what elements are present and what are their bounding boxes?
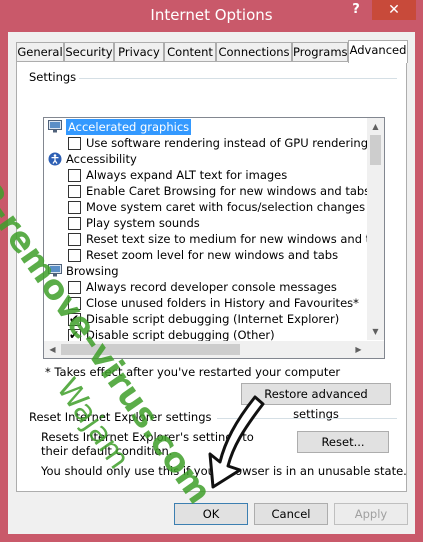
setting-label: Always record developer console messages — [86, 280, 337, 294]
checkbox[interactable] — [68, 281, 81, 294]
close-button[interactable]: ✕ — [372, 0, 416, 20]
scroll-down-icon[interactable]: ▼ — [367, 323, 384, 340]
settings-divider — [79, 78, 397, 79]
category-label: Accessibility — [66, 152, 137, 166]
scroll-right-icon[interactable]: ▶ — [350, 341, 367, 358]
checkbox[interactable] — [68, 311, 81, 327]
category-label: Accelerated graphics — [66, 119, 192, 135]
settings-tree[interactable]: Accelerated graphics Use software renderi… — [43, 117, 385, 359]
tab-security[interactable]: Security — [64, 42, 114, 61]
tab-general[interactable]: General — [16, 42, 64, 61]
vertical-scrollbar[interactable]: ▲ ▼ — [367, 118, 384, 340]
checkbox[interactable] — [68, 201, 81, 214]
tab-privacy[interactable]: Privacy — [114, 42, 164, 61]
tab-programs[interactable]: Programs — [292, 42, 348, 61]
setting-label: Always expand ALT text for images — [86, 168, 288, 182]
horizontal-scroll-thumb[interactable] — [61, 344, 240, 355]
checkbox[interactable] — [68, 297, 81, 310]
setting-label: Reset text size to medium for new window… — [86, 232, 385, 246]
category-label: Browsing — [66, 264, 119, 278]
title-bar[interactable]: Internet Options ? ✕ — [0, 0, 423, 30]
setting-label: Move system caret with focus/selection c… — [86, 200, 366, 214]
scroll-up-icon[interactable]: ▲ — [367, 118, 384, 135]
checkbox[interactable] — [68, 169, 81, 182]
ok-button[interactable]: OK — [174, 503, 248, 525]
scroll-corner — [367, 341, 384, 358]
checkbox[interactable] — [68, 137, 81, 150]
horizontal-scrollbar[interactable]: ◀ ▶ — [44, 341, 367, 358]
cancel-button[interactable]: Cancel — [254, 503, 328, 525]
accessibility-icon — [48, 152, 62, 166]
setting-label: Close unused folders in History and Favo… — [86, 296, 359, 310]
monitor-icon — [48, 120, 62, 133]
reset-button[interactable]: Reset... — [297, 431, 389, 453]
setting-label: Use software rendering instead of GPU re… — [86, 136, 374, 150]
setting-label: Enable Caret Browsing for new windows an… — [86, 184, 371, 198]
checkbox[interactable] — [68, 249, 81, 262]
tab-connections[interactable]: Connections — [216, 42, 292, 61]
settings-group-label: Settings — [29, 70, 77, 84]
setting-label: Reset zoom level for new windows and tab… — [86, 248, 339, 262]
vertical-scroll-thumb[interactable] — [370, 135, 381, 165]
setting-label: Disable script debugging (Internet Explo… — [86, 312, 340, 326]
checkbox[interactable] — [68, 233, 81, 246]
tab-advanced[interactable]: Advanced — [348, 40, 408, 63]
arrow-annotation-icon — [208, 395, 265, 489]
checkbox[interactable] — [68, 217, 81, 230]
help-button[interactable]: ? — [344, 0, 368, 20]
scroll-left-icon[interactable]: ◀ — [44, 341, 61, 358]
checkbox[interactable] — [68, 185, 81, 198]
apply-button[interactable]: Apply — [334, 503, 408, 525]
restart-note: * Takes effect after you've restarted yo… — [45, 365, 341, 379]
browsing-icon — [48, 264, 62, 277]
tab-content[interactable]: Content — [164, 42, 216, 61]
setting-label: Play system sounds — [86, 216, 200, 230]
reset-group-label: Reset Internet Explorer settings — [29, 410, 212, 424]
